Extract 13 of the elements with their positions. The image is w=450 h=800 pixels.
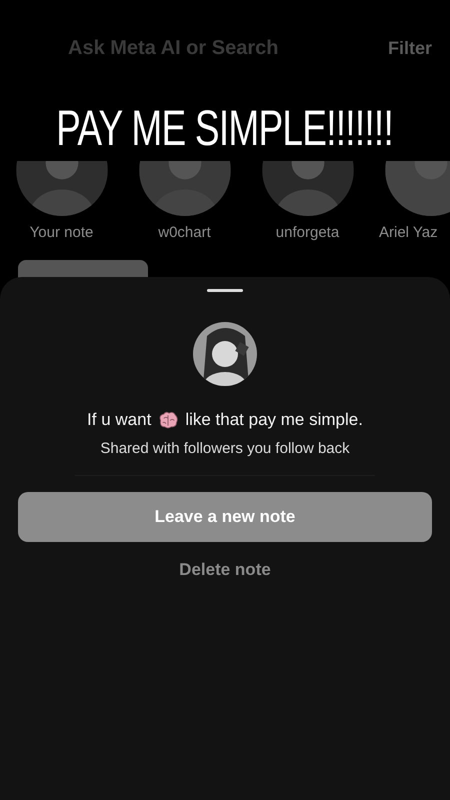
story-caption: PAY ME SIMPLE!!!!!!! [56, 99, 394, 158]
note-username[interactable]: w0chart [158, 224, 211, 241]
audience-text: Shared with followers you follow back [100, 440, 350, 457]
note-username[interactable]: Your note [30, 224, 94, 241]
brain-icon [157, 410, 180, 430]
note-username[interactable]: Ariel Yaz [379, 224, 438, 241]
drag-handle[interactable] [207, 289, 243, 292]
search-field[interactable]: Ask Meta AI or Search [66, 36, 388, 60]
delete-note-button[interactable]: Delete note [169, 554, 281, 586]
note-text: like that pay me simple. [185, 410, 363, 430]
note-text: If u want [87, 410, 152, 430]
new-note-button[interactable]: Leave a new note [18, 492, 432, 542]
note-username[interactable]: unforgeta [276, 224, 340, 241]
